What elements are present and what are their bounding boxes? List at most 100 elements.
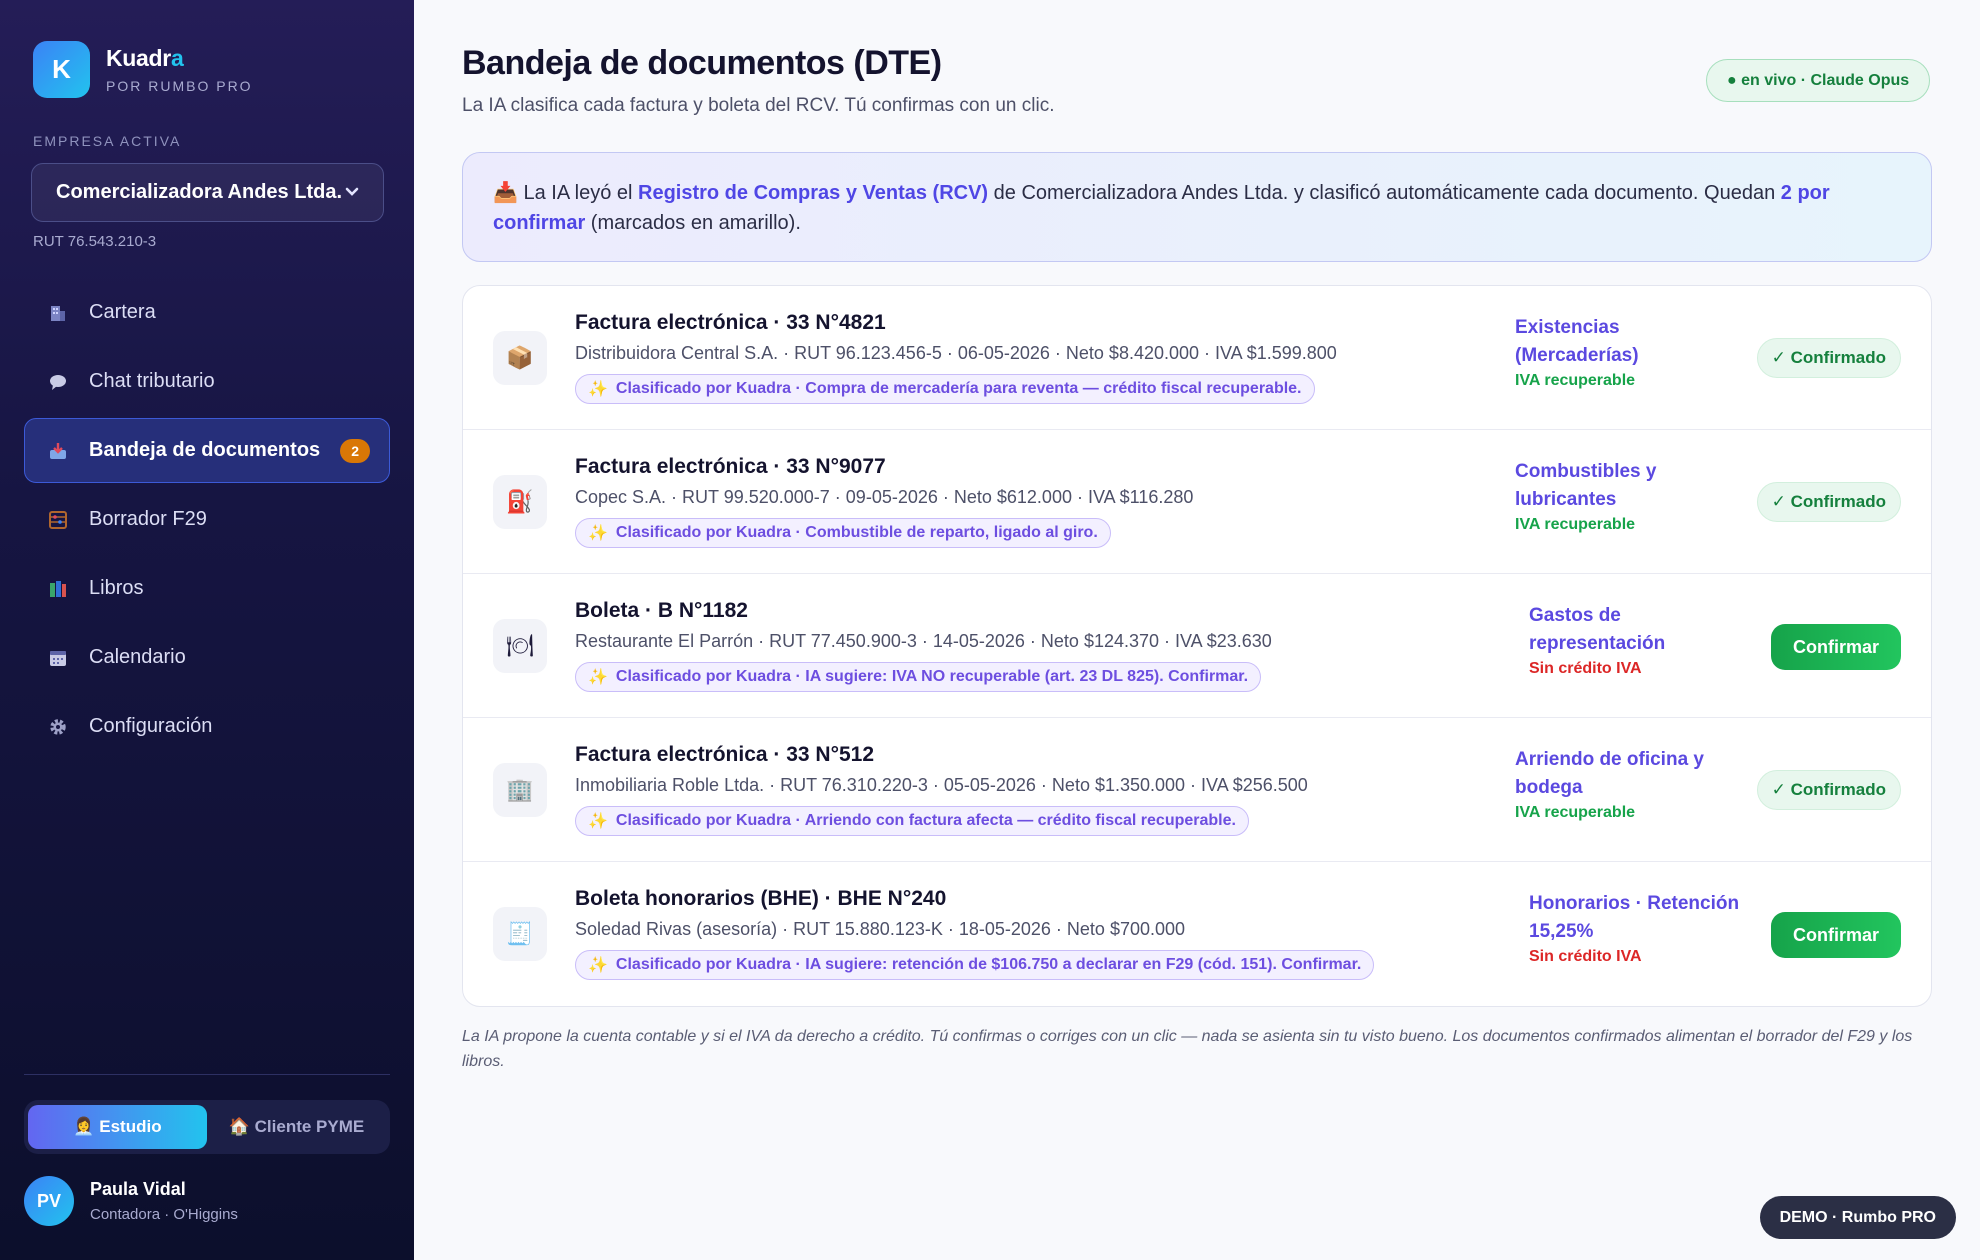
live-status-badge: ● en vivo · Claude Opus — [1706, 59, 1931, 102]
confirm-button[interactable]: Confirmar — [1771, 912, 1901, 958]
ai-classification-tag: ✨ Clasificado por Kuadra · Arriendo con f… — [575, 806, 1249, 836]
iva-status: IVA recuperable — [1515, 372, 1636, 389]
confirmed-badge: ✓ Confirmado — [1756, 482, 1901, 522]
user-name: Paula Vidal — [90, 1179, 186, 1199]
category-name: Arriendo de oficina y bodega — [1515, 749, 1704, 798]
sparkle-icon: ✨ — [588, 957, 608, 974]
ai-classification-tag: ✨ Clasificado por Kuadra · IA sugiere: IV… — [575, 662, 1262, 692]
sparkle-icon: ✨ — [588, 525, 608, 542]
sidebar-divider — [24, 1074, 390, 1075]
brand-name: Kuadra — [106, 45, 184, 71]
sidebar-nav: Cartera Chat tributario Bandeja de docum… — [24, 280, 390, 763]
sidebar-item-label: Borrador F29 — [89, 508, 207, 530]
document-title: Boleta honorarios (BHE) · BHE N°240 — [575, 887, 947, 910]
footnote: La IA propone la cuenta contable y si el… — [462, 1028, 1913, 1070]
document-meta: Soledad Rivas (asesoría) · RUT 15.880.12… — [575, 919, 1186, 939]
company-select[interactable]: Comercializadora Andes Ltda. — [31, 163, 384, 222]
confirmed-badge: ✓ Confirmado — [1756, 338, 1901, 378]
company-selected-value: Comercializadora Andes Ltda. — [56, 181, 342, 203]
inbox-icon: 📥 — [493, 182, 518, 204]
confirm-button[interactable]: Confirmar — [1771, 624, 1901, 670]
document-row[interactable]: 🏢 Factura electrónica · 33 N°512 Inmobil… — [463, 718, 1931, 862]
account-category[interactable]: Combustibles y lubricantes IVA recuperab… — [1515, 458, 1745, 534]
user-role: Contadora · O'Higgins — [90, 1206, 238, 1223]
sidebar-item-label: Bandeja de documentos — [89, 439, 321, 461]
mode-client-button[interactable]: 🏠 Cliente PYME — [207, 1105, 386, 1149]
document-row[interactable]: ⛽ Factura electrónica · 33 N°9077 Copec … — [463, 430, 1931, 574]
sidebar-item-f29[interactable]: Borrador F29 — [24, 487, 390, 552]
document-meta: Copec S.A. · RUT 99.520.000-7 · 09-05-20… — [575, 487, 1194, 507]
account-category[interactable]: Existencias (Mercaderías) IVA recuperabl… — [1515, 314, 1745, 390]
sidebar-item-label: Cartera — [89, 301, 156, 323]
demo-badge: DEMO · Rumbo PRO — [1759, 1196, 1956, 1239]
chat-icon — [47, 371, 69, 393]
brand-subtitle: POR RUMBO PRO — [106, 78, 253, 94]
sidebar-item-label: Calendario — [89, 646, 186, 668]
confirmed-badge: ✓ Confirmado — [1756, 770, 1901, 810]
iva-status: Sin crédito IVA — [1529, 660, 1642, 677]
ai-classification-tag: ✨ Clasificado por Kuadra · Compra de merc… — [575, 374, 1315, 404]
account-category[interactable]: Gastos de representación Sin crédito IVA — [1529, 602, 1759, 678]
avatar: PV — [24, 1176, 74, 1226]
category-name: Gastos de representación — [1529, 605, 1666, 654]
sidebar-item-calendario[interactable]: Calendario — [24, 625, 390, 690]
brand[interactable]: K Kuadra POR RUMBO PRO — [33, 41, 253, 98]
calendar-icon — [47, 647, 69, 669]
mode-studio-button[interactable]: 👩‍💼 Estudio — [28, 1105, 207, 1149]
sparkle-icon: ✨ — [588, 813, 608, 830]
document-meta: Distribuidora Central S.A. · RUT 96.123.… — [575, 343, 1337, 363]
inbox-icon — [47, 440, 69, 462]
dining-icon: 🍽 — [493, 619, 547, 673]
ai-classification-tag: ✨ Clasificado por Kuadra · Combustible de… — [575, 518, 1111, 548]
document-title: Boleta · B N°1182 — [575, 599, 748, 622]
company-rut: RUT 76.543.210-3 — [33, 233, 157, 250]
document-title: Factura electrónica · 33 N°9077 — [575, 455, 886, 478]
sidebar-item-bandeja[interactable]: Bandeja de documentos 2 — [24, 418, 390, 483]
sidebar-item-label: Configuración — [89, 715, 213, 737]
rcv-link[interactable]: Registro de Compras y Ventas (RCV) — [638, 182, 988, 204]
books-icon — [47, 578, 69, 600]
sidebar: K Kuadra POR RUMBO PRO EMPRESA ACTIVA Co… — [0, 0, 414, 1260]
logo-icon: K — [33, 41, 90, 98]
page-subtitle: La IA clasifica cada factura y boleta de… — [462, 95, 1055, 116]
sidebar-item-libros[interactable]: Libros — [24, 556, 390, 621]
ai-classification-tag: ✨ Clasificado por Kuadra · IA sugiere: re… — [575, 950, 1375, 980]
building-icon — [47, 302, 69, 324]
document-title: Factura electrónica · 33 N°512 — [575, 743, 875, 766]
page-title: Bandeja de documentos (DTE) — [462, 44, 942, 82]
iva-status: IVA recuperable — [1515, 516, 1636, 533]
sidebar-item-chat[interactable]: Chat tributario — [24, 349, 390, 414]
info-banner: 📥 La IA leyó el Registro de Compras y Ve… — [462, 152, 1932, 262]
gear-icon — [47, 716, 69, 738]
chevron-down-icon — [345, 184, 359, 202]
iva-status: IVA recuperable — [1515, 804, 1636, 821]
category-name: Combustibles y lubricantes — [1515, 461, 1657, 510]
category-name: Existencias (Mercaderías) — [1515, 317, 1639, 366]
category-name: Honorarios · Retención 15,25% — [1529, 893, 1740, 942]
package-icon: 📦 — [493, 331, 547, 385]
receipt-icon: 🧾 — [493, 907, 547, 961]
sidebar-item-label: Chat tributario — [89, 370, 215, 392]
document-row[interactable]: 🍽 Boleta · B N°1182 Restaurante El Parró… — [463, 574, 1931, 718]
sidebar-item-label: Libros — [89, 577, 144, 599]
sidebar-item-configuracion[interactable]: Configuración — [24, 694, 390, 759]
document-title: Factura electrónica · 33 N°4821 — [575, 311, 886, 334]
document-list: 📦 Factura electrónica · 33 N°4821 Distri… — [462, 285, 1932, 1007]
user-profile[interactable]: PV Paula Vidal Contadora · O'Higgins — [24, 1176, 238, 1226]
sparkle-icon: ✨ — [588, 669, 608, 686]
account-category[interactable]: Honorarios · Retención 15,25% Sin crédit… — [1529, 890, 1759, 966]
document-row[interactable]: 📦 Factura electrónica · 33 N°4821 Distri… — [463, 286, 1931, 430]
pending-count-badge: 2 — [340, 438, 371, 463]
document-row[interactable]: 🧾 Boleta honorarios (BHE) · BHE N°240 So… — [463, 862, 1931, 1006]
mode-toggle: 👩‍💼 Estudio 🏠 Cliente PYME — [24, 1100, 390, 1154]
sparkle-icon: ✨ — [588, 381, 608, 398]
main-content: Bandeja de documentos (DTE) La IA clasif… — [414, 0, 1980, 1260]
sidebar-item-cartera[interactable]: Cartera — [24, 280, 390, 345]
office-building-icon: 🏢 — [493, 763, 547, 817]
fuel-pump-icon: ⛽ — [493, 475, 547, 529]
document-meta: Inmobiliaria Roble Ltda. · RUT 76.310.22… — [575, 775, 1308, 795]
company-label: EMPRESA ACTIVA — [33, 133, 182, 149]
iva-status: Sin crédito IVA — [1529, 948, 1642, 965]
abacus-icon — [47, 509, 69, 531]
account-category[interactable]: Arriendo de oficina y bodega IVA recuper… — [1515, 746, 1745, 822]
